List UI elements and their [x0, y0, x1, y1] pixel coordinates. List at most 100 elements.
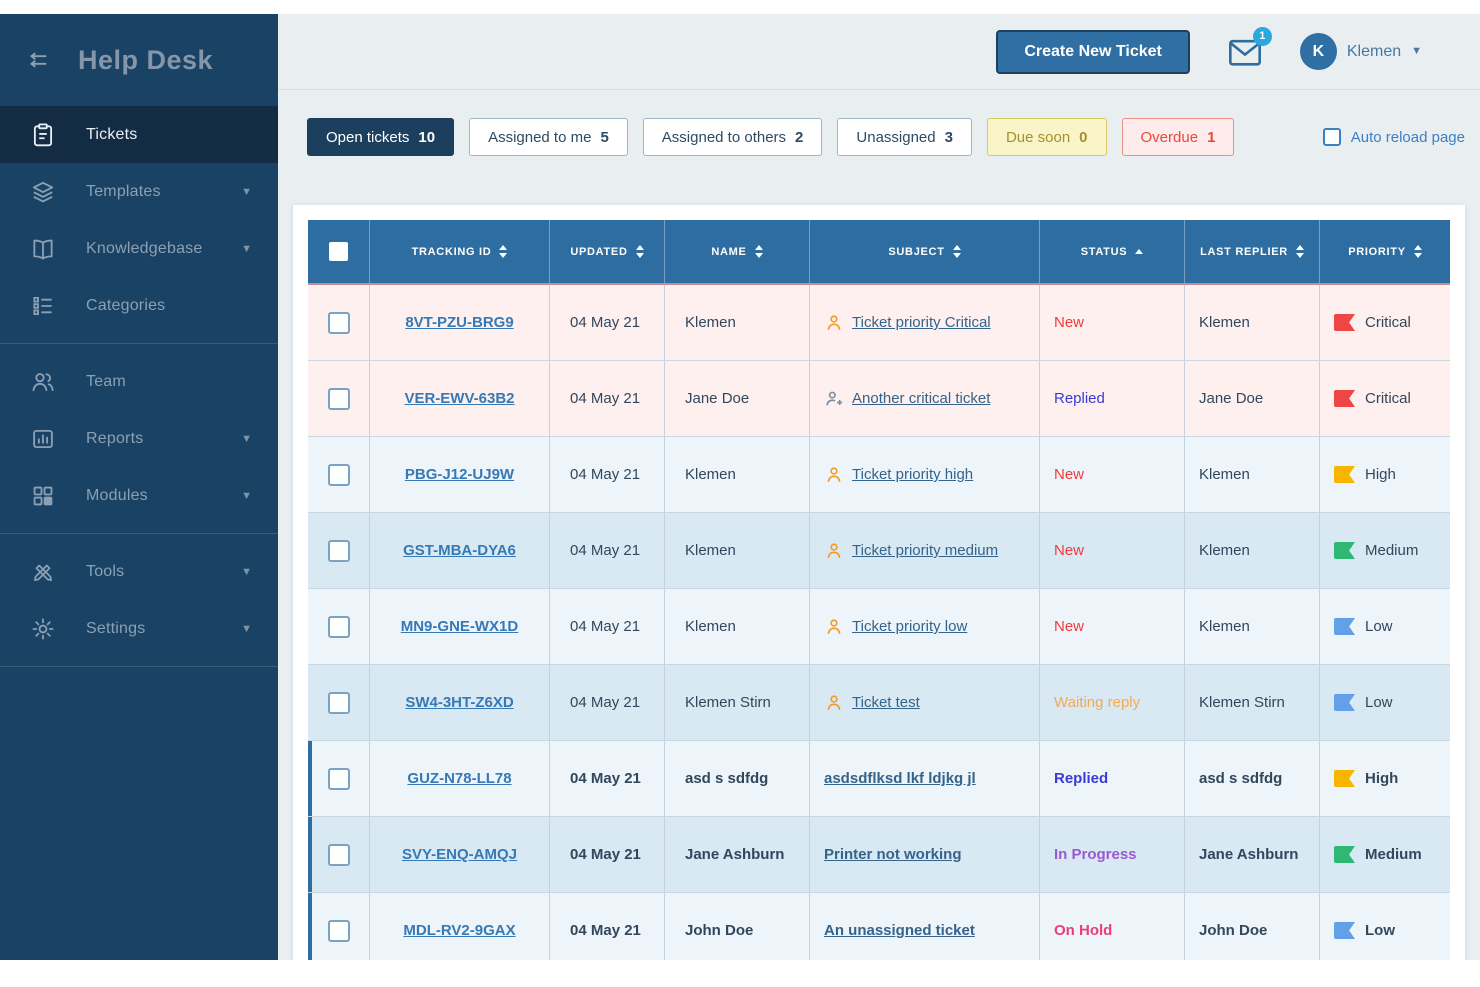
clipboard-icon	[30, 122, 56, 148]
priority-flag-icon	[1334, 466, 1355, 483]
subject-link[interactable]: Another critical ticket	[852, 390, 990, 407]
sidebar-item-label: Knowledgebase	[86, 240, 202, 258]
row-checkbox[interactable]	[328, 844, 350, 866]
sidebar-divider	[0, 533, 278, 534]
sidebar-item-categories[interactable]: Categories ▼	[0, 277, 278, 334]
column-header-name[interactable]: NAME	[665, 220, 810, 283]
filter-tab-due-soon[interactable]: Due soon 0	[987, 118, 1107, 156]
table-row: SVY-ENQ-AMQJ 04 May 21 Jane Ashburn Prin…	[308, 817, 1450, 893]
table-row: MN9-GNE-WX1D 04 May 21 Klemen Ticket pri…	[308, 589, 1450, 665]
row-checkbox[interactable]	[328, 388, 350, 410]
filter-tab-assigned-to-others[interactable]: Assigned to others 2	[643, 118, 823, 156]
table-row: SW4-3HT-Z6XD 04 May 21 Klemen Stirn Tick…	[308, 665, 1450, 741]
chevron-down-icon: ▼	[241, 490, 252, 502]
priority-flag-icon	[1334, 542, 1355, 559]
tracking-id-link[interactable]: 8VT-PZU-BRG9	[405, 314, 513, 331]
row-checkbox[interactable]	[328, 616, 350, 638]
subject-link[interactable]: Ticket priority low	[852, 618, 967, 635]
filter-tab-overdue[interactable]: Overdue 1	[1122, 118, 1235, 156]
priority-text: Low	[1365, 694, 1393, 711]
column-header-updated[interactable]: UPDATED	[550, 220, 665, 283]
sidebar-item-label: Settings	[86, 620, 145, 638]
sidebar-item-label: Team	[86, 373, 126, 391]
filter-tab-unassigned[interactable]: Unassigned 3	[837, 118, 972, 156]
name-cell: Jane Doe	[665, 361, 810, 436]
sidebar-item-tools[interactable]: Tools ▼	[0, 543, 278, 600]
filter-count: 5	[600, 129, 608, 146]
sidebar-item-templates[interactable]: Templates ▼	[0, 163, 278, 220]
column-header-priority[interactable]: PRIORITY	[1320, 220, 1450, 283]
column-header-tracking-id[interactable]: TRACKING ID	[370, 220, 550, 283]
tracking-id-link[interactable]: GST-MBA-DYA6	[403, 542, 516, 559]
create-new-ticket-button[interactable]: Create New Ticket	[996, 30, 1190, 74]
auto-reload-label: Auto reload page	[1351, 129, 1465, 146]
topbar: Create New Ticket 1 K Klemen ▼	[278, 14, 1480, 90]
subject-link[interactable]: Ticket priority Critical	[852, 314, 991, 331]
person-icon	[824, 541, 844, 561]
table-row: GUZ-N78-LL78 04 May 21 asd s sdfdg asdsd…	[308, 741, 1450, 817]
sidebar-item-modules[interactable]: Modules ▼	[0, 467, 278, 524]
user-menu[interactable]: K Klemen ▼	[1300, 33, 1422, 70]
select-all-checkbox[interactable]	[329, 242, 348, 261]
filter-tabs: Open tickets 10 Assigned to me 5 Assigne…	[307, 118, 1234, 156]
sidebar-item-settings[interactable]: Settings ▼	[0, 600, 278, 657]
tracking-id-link[interactable]: VER-EWV-63B2	[404, 390, 514, 407]
status-text: Waiting reply	[1054, 694, 1140, 711]
column-header-status[interactable]: STATUS	[1040, 220, 1185, 283]
name-cell: Klemen	[665, 589, 810, 664]
updated-cell: 04 May 21	[550, 437, 665, 512]
collapse-menu-icon[interactable]	[26, 47, 52, 73]
tracking-id-link[interactable]: SW4-3HT-Z6XD	[405, 694, 513, 711]
column-header-last-replier[interactable]: LAST REPLIER	[1185, 220, 1320, 283]
app-title: Help Desk	[78, 45, 213, 76]
subject-link[interactable]: Ticket test	[852, 694, 920, 711]
sidebar-item-tickets[interactable]: Tickets ▼	[0, 106, 278, 163]
subject-link[interactable]: asdsdflksd lkf ldjkg jl	[824, 770, 976, 787]
priority-flag-icon	[1334, 846, 1355, 863]
last-replier-cell: Jane Doe	[1185, 361, 1320, 436]
sidebar-item-reports[interactable]: Reports ▼	[0, 410, 278, 467]
priority-text: Medium	[1365, 846, 1422, 863]
layers-icon	[30, 179, 56, 205]
sidebar-item-team[interactable]: Team ▼	[0, 353, 278, 410]
column-header-select[interactable]	[308, 220, 370, 283]
auto-reload-checkbox[interactable]	[1323, 128, 1341, 146]
filter-count: 1	[1207, 129, 1215, 146]
status-text: Replied	[1054, 770, 1108, 787]
chevron-down-icon: ▼	[241, 186, 252, 198]
sidebar-item-label: Categories	[86, 297, 165, 315]
row-checkbox[interactable]	[328, 768, 350, 790]
row-checkbox[interactable]	[328, 692, 350, 714]
filter-tab-assigned-to-me[interactable]: Assigned to me 5	[469, 118, 628, 156]
row-checkbox[interactable]	[328, 920, 350, 942]
avatar: K	[1300, 33, 1337, 70]
tracking-id-link[interactable]: MDL-RV2-9GAX	[403, 922, 515, 939]
row-checkbox[interactable]	[328, 312, 350, 334]
tracking-id-link[interactable]: PBG-J12-UJ9W	[405, 466, 514, 483]
last-replier-cell: Klemen	[1185, 589, 1320, 664]
mail-button[interactable]: 1	[1226, 35, 1264, 69]
row-checkbox[interactable]	[328, 540, 350, 562]
status-text: New	[1054, 314, 1084, 331]
row-checkbox[interactable]	[328, 464, 350, 486]
priority-flag-icon	[1334, 694, 1355, 711]
reports-icon	[30, 426, 56, 452]
subject-link[interactable]: Printer not working	[824, 846, 962, 863]
updated-cell: 04 May 21	[550, 589, 665, 664]
tracking-id-link[interactable]: GUZ-N78-LL78	[407, 770, 511, 787]
auto-reload-toggle[interactable]: Auto reload page	[1323, 128, 1465, 146]
sidebar-item-knowledgebase[interactable]: Knowledgebase ▼	[0, 220, 278, 277]
filter-tab-open-tickets[interactable]: Open tickets 10	[307, 118, 454, 156]
priority-text: High	[1365, 770, 1398, 787]
subject-link[interactable]: An unassigned ticket	[824, 922, 975, 939]
subject-link[interactable]: Ticket priority medium	[852, 542, 998, 559]
tracking-id-link[interactable]: MN9-GNE-WX1D	[401, 618, 519, 635]
chevron-down-icon: ▼	[241, 433, 252, 445]
column-header-subject[interactable]: SUBJECT	[810, 220, 1040, 283]
updated-cell: 04 May 21	[550, 665, 665, 740]
sidebar-item-label: Tickets	[86, 126, 137, 144]
filter-label: Unassigned	[856, 129, 935, 146]
tracking-id-link[interactable]: SVY-ENQ-AMQJ	[402, 846, 517, 863]
name-cell: Klemen	[665, 513, 810, 588]
subject-link[interactable]: Ticket priority high	[852, 466, 973, 483]
